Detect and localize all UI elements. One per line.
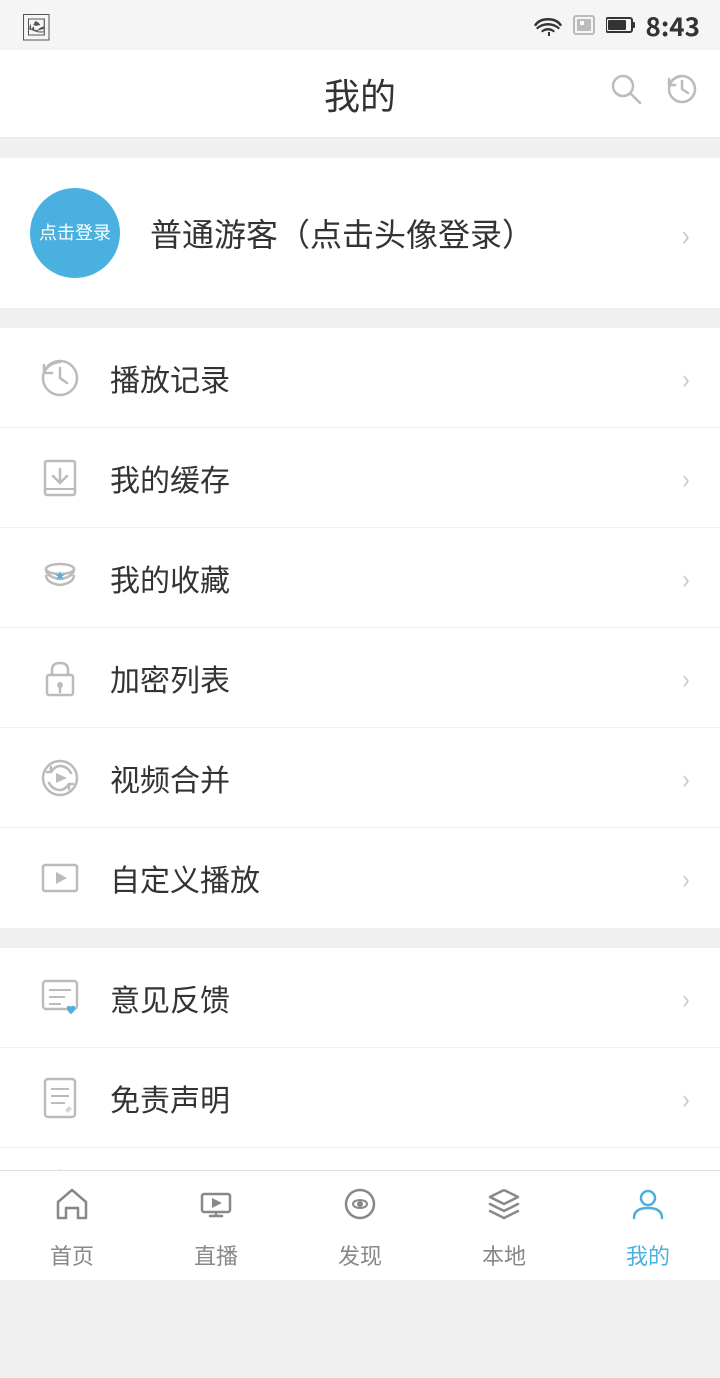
mine-nav-label: 我的 (626, 1239, 670, 1271)
profile-username: 普通游客（点击头像登录） (150, 210, 681, 256)
profile-card: 点击登录 普通游客（点击头像登录） › (0, 158, 720, 308)
wifi-icon (534, 14, 562, 36)
menu-label-feedback: 意见反馈 (110, 976, 682, 1020)
discover-nav-label: 发现 (338, 1239, 382, 1271)
avatar: 点击登录 (30, 188, 120, 278)
status-left: 🖼 (20, 7, 53, 44)
nav-item-home[interactable]: 首页 (0, 1171, 144, 1280)
history-icon[interactable] (664, 71, 700, 117)
menu-label-disclaimer: 免责声明 (110, 1076, 682, 1120)
top-nav: 我的 (0, 50, 720, 138)
search-icon[interactable] (608, 71, 644, 117)
local-nav-label: 本地 (482, 1239, 526, 1271)
mine-nav-icon (630, 1181, 666, 1233)
menu-item-my-favorites[interactable]: 我的收藏 › (0, 528, 720, 628)
page-title: 我的 (324, 68, 396, 120)
nav-item-discover[interactable]: 发现 (288, 1171, 432, 1280)
live-nav-label: 直播 (194, 1239, 238, 1271)
local-nav-icon (486, 1181, 522, 1233)
menu-item-my-cache[interactable]: 我的缓存 › (0, 428, 720, 528)
my-cache-icon (30, 448, 90, 508)
menu-item-feedback[interactable]: 意见反馈 › (0, 948, 720, 1048)
menu-label-encrypted-list: 加密列表 (110, 656, 682, 700)
menu-label-custom-play: 自定义播放 (110, 856, 682, 900)
my-favorites-chevron-icon: › (682, 558, 690, 598)
live-nav-icon (198, 1181, 234, 1233)
disclaimer-chevron-icon: › (682, 1078, 690, 1118)
menu-item-custom-play[interactable]: 自定义播放 › (0, 828, 720, 928)
menu-item-play-history[interactable]: 播放记录 › (0, 328, 720, 428)
video-merge-icon (30, 748, 90, 808)
play-history-icon (30, 348, 90, 408)
menu-group-1: 播放记录 › 我的缓存 › (0, 328, 720, 928)
time-display: 8:43 (646, 7, 700, 44)
my-favorites-icon (30, 548, 90, 608)
encrypted-list-icon (30, 648, 90, 708)
menu-label-play-history: 播放记录 (110, 356, 682, 400)
menu-label-my-cache: 我的缓存 (110, 456, 682, 500)
nav-item-mine[interactable]: 我的 (576, 1171, 720, 1280)
profile-row[interactable]: 点击登录 普通游客（点击头像登录） › (0, 158, 720, 308)
feedback-chevron-icon: › (682, 978, 690, 1018)
menu-item-video-merge[interactable]: 视频合并 › (0, 728, 720, 828)
sim-icon (572, 14, 596, 36)
nav-item-live[interactable]: 直播 (144, 1171, 288, 1280)
feedback-icon (30, 968, 90, 1028)
nav-item-local[interactable]: 本地 (432, 1171, 576, 1280)
menu-item-encrypted-list[interactable]: 加密列表 › (0, 628, 720, 728)
encrypted-list-chevron-icon: › (682, 658, 690, 698)
profile-chevron-icon: › (681, 211, 690, 255)
battery-icon (606, 16, 636, 34)
gallery-icon: 🖼 (20, 7, 53, 44)
discover-nav-icon (342, 1181, 378, 1233)
custom-play-chevron-icon: › (682, 858, 690, 898)
my-cache-chevron-icon: › (682, 458, 690, 498)
custom-play-icon (30, 848, 90, 908)
top-nav-actions (608, 71, 700, 117)
bottom-nav: 首页 直播 发现 (0, 1170, 720, 1280)
play-history-chevron-icon: › (682, 358, 690, 398)
menu-label-my-favorites: 我的收藏 (110, 556, 682, 600)
menu-item-disclaimer[interactable]: 免责声明 › (0, 1048, 720, 1148)
menu-label-video-merge: 视频合并 (110, 756, 682, 800)
status-bar: 🖼 8:43 (0, 0, 720, 50)
home-nav-icon (54, 1181, 90, 1233)
home-nav-label: 首页 (50, 1239, 94, 1271)
video-merge-chevron-icon: › (682, 758, 690, 798)
disclaimer-icon (30, 1068, 90, 1128)
status-right: 8:43 (534, 7, 700, 44)
